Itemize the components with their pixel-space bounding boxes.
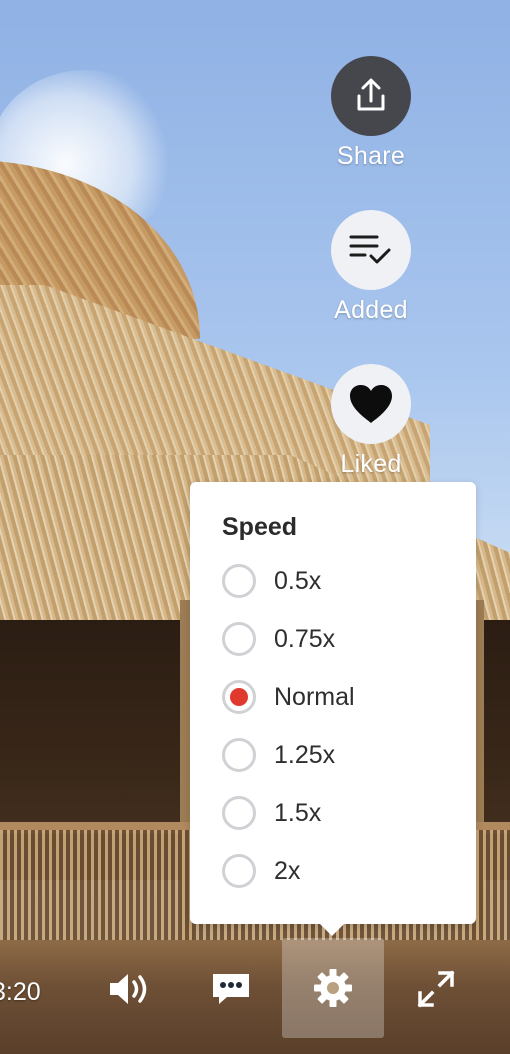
speed-option[interactable]: 2x — [222, 842, 476, 900]
radio-dot — [230, 688, 248, 706]
added-label: Added — [334, 296, 408, 324]
radio-selected[interactable] — [222, 680, 256, 714]
added-button[interactable] — [331, 210, 411, 290]
share-icon — [357, 78, 385, 111]
heart-icon — [350, 385, 392, 423]
captions-button[interactable] — [203, 964, 259, 1014]
fullscreen-icon — [417, 970, 455, 1008]
volume-button[interactable] — [100, 964, 160, 1014]
speed-option-label: 2x — [274, 856, 301, 885]
share-action[interactable]: Share — [311, 56, 431, 171]
time-display: 3:20 — [0, 978, 41, 1006]
speed-option[interactable]: 0.5x — [222, 552, 476, 610]
speed-menu: Speed 0.5x 0.75x Normal 1.25x 1.5x 2x — [190, 482, 476, 936]
radio-unselected[interactable] — [222, 622, 256, 656]
speed-option-label: 0.5x — [274, 566, 322, 595]
share-label: Share — [336, 142, 406, 170]
speed-menu-title: Speed — [222, 513, 298, 541]
speed-option-label: Normal — [274, 682, 355, 711]
speed-option[interactable]: Normal — [222, 668, 476, 726]
player-controls: 3:20 — [0, 938, 510, 1038]
liked-label: Liked — [340, 450, 402, 478]
gear-icon — [314, 969, 352, 1007]
radio-unselected[interactable] — [222, 564, 256, 598]
radio-unselected[interactable] — [222, 738, 256, 772]
captions-icon — [213, 974, 249, 1004]
speed-option[interactable]: 0.75x — [222, 610, 476, 668]
liked-action[interactable]: Liked — [311, 364, 431, 479]
fullscreen-button[interactable] — [406, 964, 466, 1014]
speed-options-list: 0.5x 0.75x Normal 1.25x 1.5x 2x — [222, 552, 476, 900]
liked-button[interactable] — [331, 364, 411, 444]
speed-option-label: 1.25x — [274, 740, 336, 769]
speed-option[interactable]: 1.5x — [222, 784, 476, 842]
speed-option[interactable]: 1.25x — [222, 726, 476, 784]
settings-button[interactable] — [282, 938, 384, 1038]
speed-option-label: 1.5x — [274, 798, 322, 827]
radio-unselected[interactable] — [222, 796, 256, 830]
volume-icon — [110, 974, 147, 1004]
share-button[interactable] — [331, 56, 411, 136]
radio-unselected[interactable] — [222, 854, 256, 888]
playlist-added-icon — [349, 235, 391, 264]
speed-option-label: 0.75x — [274, 624, 336, 653]
added-action[interactable]: Added — [311, 210, 431, 325]
